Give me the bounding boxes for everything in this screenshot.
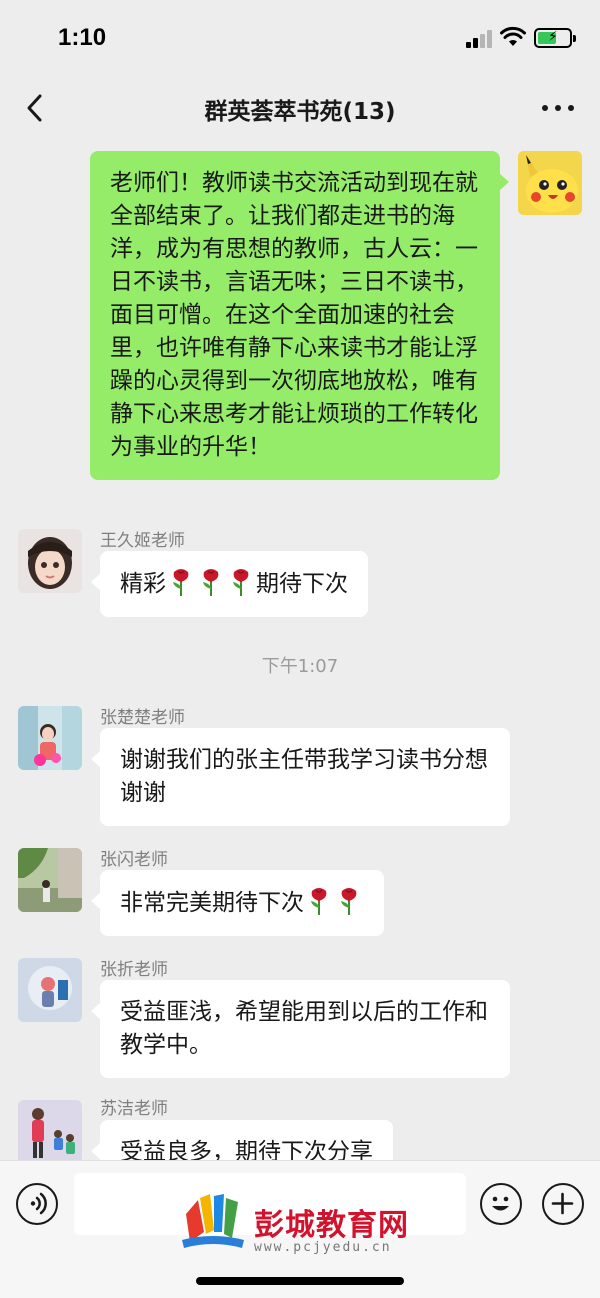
message-text: 非常完美期待下次 xyxy=(120,890,304,916)
avatar[interactable] xyxy=(18,529,82,593)
avatar[interactable] xyxy=(18,848,82,912)
battery-icon: ⚡ xyxy=(534,28,576,48)
status-time: 1:10 xyxy=(58,24,107,51)
home-indicator[interactable] xyxy=(196,1277,404,1285)
message-bubble-incoming[interactable]: 精彩 期待下次 xyxy=(91,551,368,617)
chat-title: 群英荟萃书苑(13) xyxy=(204,99,396,125)
sender-name: 王久姬老师 xyxy=(100,531,185,551)
rose-emoji-icon xyxy=(233,569,249,596)
message-text: 受益良多，期待下次分享 xyxy=(120,1139,373,1160)
site-watermark: 彭城教育网 www.pcjyedu.cn xyxy=(180,1190,420,1262)
message-bubble-incoming[interactable]: 非常完美期待下次 xyxy=(91,870,384,936)
watermark-url: www.pcjyedu.cn xyxy=(254,1240,392,1255)
voice-icon[interactable] xyxy=(16,1183,58,1225)
emoji-icon[interactable] xyxy=(480,1183,522,1225)
book-logo-icon xyxy=(182,1194,244,1248)
rose-emoji-icon xyxy=(173,569,189,596)
chat-message-list[interactable]: 老师们！教师读书交流活动到现在就全部结束了。让我们都走进书的海洋，成为有思想的教… xyxy=(0,140,600,1160)
rose-emoji-icon xyxy=(341,888,357,915)
sender-name: 张楚楚老师 xyxy=(100,708,185,728)
watermark-name: 彭城教育网 xyxy=(254,1208,409,1243)
message-bubble-outgoing[interactable]: 老师们！教师读书交流活动到现在就全部结束了。让我们都走进书的海洋，成为有思想的教… xyxy=(90,151,509,480)
message-bubble-incoming[interactable]: 受益匪浅，希望能用到以后的工作和教学中。 xyxy=(91,980,510,1078)
message-text: 期待下次 xyxy=(256,571,348,597)
cellular-signal-icon xyxy=(466,30,494,48)
wifi-icon xyxy=(500,26,526,46)
avatar[interactable] xyxy=(18,706,82,770)
message-bubble-incoming[interactable]: 谢谢我们的张主任带我学习读书分想谢谢 xyxy=(91,728,510,826)
sender-name: 苏洁老师 xyxy=(100,1099,168,1119)
status-bar: 1:10 ⚡ xyxy=(0,0,600,80)
message-text: 老师们！教师读书交流活动到现在就全部结束了。让我们都走进书的海洋，成为有思想的教… xyxy=(110,170,478,460)
avatar[interactable] xyxy=(518,151,582,215)
rose-emoji-icon xyxy=(311,888,327,915)
message-timestamp: 下午1:07 xyxy=(261,656,339,677)
message-text: 受益匪浅，希望能用到以后的工作和教学中。 xyxy=(120,999,488,1058)
rose-emoji-icon xyxy=(203,569,219,596)
plus-icon[interactable] xyxy=(542,1183,584,1225)
message-text: 精彩 xyxy=(120,571,166,597)
message-bubble-incoming[interactable]: 受益良多，期待下次分享 xyxy=(91,1120,393,1160)
sender-name: 张折老师 xyxy=(100,960,168,980)
avatar[interactable] xyxy=(18,1100,82,1160)
chat-header: 群英荟萃书苑(13) xyxy=(0,80,600,138)
more-dots-icon[interactable] xyxy=(538,92,578,122)
message-text: 谢谢我们的张主任带我学习读书分想谢谢 xyxy=(120,747,488,806)
sender-name: 张闪老师 xyxy=(100,850,168,870)
avatar[interactable] xyxy=(18,958,82,1022)
